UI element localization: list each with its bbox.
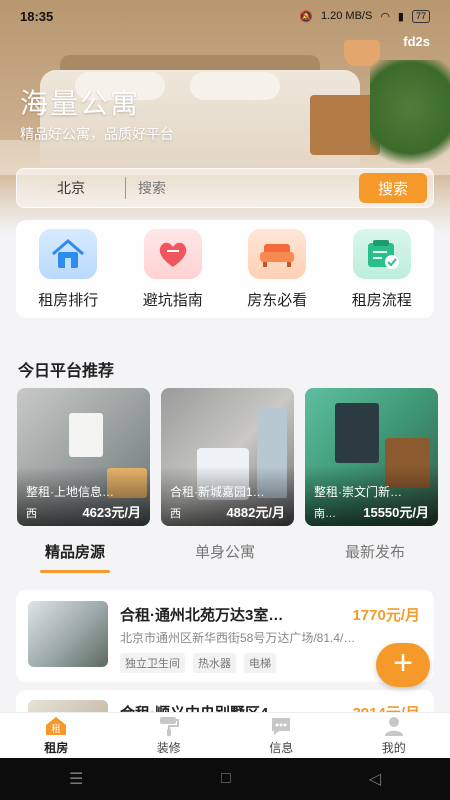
card-title: 合租·新城嘉园1… — [170, 485, 265, 499]
card-location: 西 — [26, 508, 37, 520]
listing-tag: 电梯 — [244, 653, 276, 673]
city-selector[interactable]: 北京 — [17, 178, 125, 198]
listing-price: 1770元/月 — [352, 607, 420, 624]
card-title: 整租·上地信息… — [26, 485, 114, 499]
battery-icon: 77 — [411, 9, 430, 23]
card-location: 南… — [314, 508, 336, 520]
wifi-icon: ◠ — [380, 10, 390, 23]
card-location: 西 — [170, 508, 181, 520]
paint-roller-icon — [156, 715, 182, 737]
quicknav-label: 租房流程 — [351, 291, 412, 309]
heart-icon — [143, 228, 202, 279]
quick-nav: 租房排行 避坑指南 房东必看 租房流程 — [16, 220, 434, 318]
status-time: 18:35 — [20, 8, 54, 24]
hero-subtitle: 精品好公寓，品质好平台 — [20, 126, 174, 142]
nav-label: 我的 — [381, 741, 406, 755]
nav-label: 装修 — [156, 741, 181, 755]
quicknav-item-landlord[interactable]: 房东必看 — [227, 228, 327, 310]
card-price: 4623元/月 — [82, 505, 141, 520]
tab-premium[interactable]: 精品房源 — [0, 535, 150, 575]
network-speed: 1.20 MB/S — [320, 10, 373, 22]
back-icon[interactable]: ◁ — [369, 769, 381, 789]
search-button[interactable]: 搜索 — [359, 173, 427, 203]
status-icons: 🔕 1.20 MB/S ◠ ▮ 77 — [299, 9, 430, 23]
listing-card[interactable]: 合租·通州北苑万达3室… 1770元/月 北京市通州区新华西街58号万达广场/8… — [16, 590, 434, 682]
hero-title: 海量公寓 — [20, 88, 141, 119]
rent-icon: 租 — [43, 715, 69, 737]
listing-thumbnail — [28, 601, 108, 667]
svg-text:租: 租 — [52, 724, 61, 735]
house-icon — [39, 228, 98, 279]
nav-profile[interactable]: 我的 — [338, 713, 450, 758]
recommend-card[interactable]: 合租·新城嘉园1… 西 4882元/月 — [161, 388, 294, 526]
checklist-icon — [352, 228, 411, 279]
tab-latest[interactable]: 最新发布 — [300, 535, 450, 575]
quicknav-item-guide[interactable]: 避坑指南 — [123, 228, 223, 310]
search-input[interactable] — [126, 180, 359, 196]
signal-icon: ▮ — [397, 10, 404, 23]
nav-rent[interactable]: 租 租房 — [0, 713, 113, 758]
search-bar: 北京 搜索 — [16, 168, 434, 208]
profile-icon — [381, 715, 407, 737]
recommend-card[interactable]: 整租·上地信息… 西 4623元/月 — [17, 388, 150, 526]
corner-tag: fd2s — [403, 34, 430, 49]
hero-pillow — [190, 72, 280, 100]
card-title: 整租·崇文门新… — [314, 485, 402, 499]
sofa-icon — [248, 228, 307, 279]
quicknav-label: 租房排行 — [38, 291, 99, 309]
menu-icon[interactable]: ☰ — [69, 769, 83, 789]
home-icon[interactable]: □ — [221, 770, 231, 788]
listing-tabs: 精品房源 单身公寓 最新发布 — [0, 535, 450, 575]
card-price: 15550元/月 — [363, 505, 429, 520]
recommend-carousel: 整租·上地信息… 西 4623元/月 合租·新城嘉园1… 西 4882元/月 整… — [17, 388, 450, 528]
nav-messages[interactable]: 信息 — [225, 713, 338, 758]
nav-decoration[interactable]: 装修 — [113, 713, 226, 758]
message-icon — [268, 715, 294, 737]
listing-tags: 独立卫生间 热水器 电梯 — [120, 653, 276, 673]
quicknav-label: 房东必看 — [247, 291, 308, 309]
tab-single-apartment[interactable]: 单身公寓 — [150, 535, 300, 575]
bottom-nav: 租 租房 装修 信息 我的 — [0, 712, 450, 758]
hero-plant — [370, 60, 450, 180]
listing-tag: 独立卫生间 — [120, 653, 185, 673]
card-photo-door — [335, 403, 379, 463]
nav-label: 租房 — [44, 741, 69, 755]
system-nav-bar: ☰ □ ◁ — [0, 758, 450, 800]
listing-tag: 热水器 — [193, 653, 236, 673]
section-title-recommend: 今日平台推荐 — [18, 363, 115, 380]
card-photo-towel — [69, 413, 103, 457]
nav-label: 信息 — [269, 741, 294, 755]
recommend-card[interactable]: 整租·崇文门新… 南… 15550元/月 — [305, 388, 438, 526]
listing-address: 北京市通州区新华西街58号万达广场/81.4/… — [120, 631, 356, 645]
quicknav-item-ranking[interactable]: 租房排行 — [18, 228, 118, 310]
status-bar: 18:35 🔕 1.20 MB/S ◠ ▮ 77 — [0, 0, 450, 32]
quicknav-label: 避坑指南 — [142, 291, 203, 309]
mute-icon: 🔕 — [299, 10, 313, 23]
quicknav-item-process[interactable]: 租房流程 — [332, 228, 432, 310]
add-button[interactable]: + — [376, 643, 430, 687]
listing-title: 合租·通州北苑万达3室… — [120, 607, 284, 624]
card-price: 4882元/月 — [226, 505, 285, 520]
